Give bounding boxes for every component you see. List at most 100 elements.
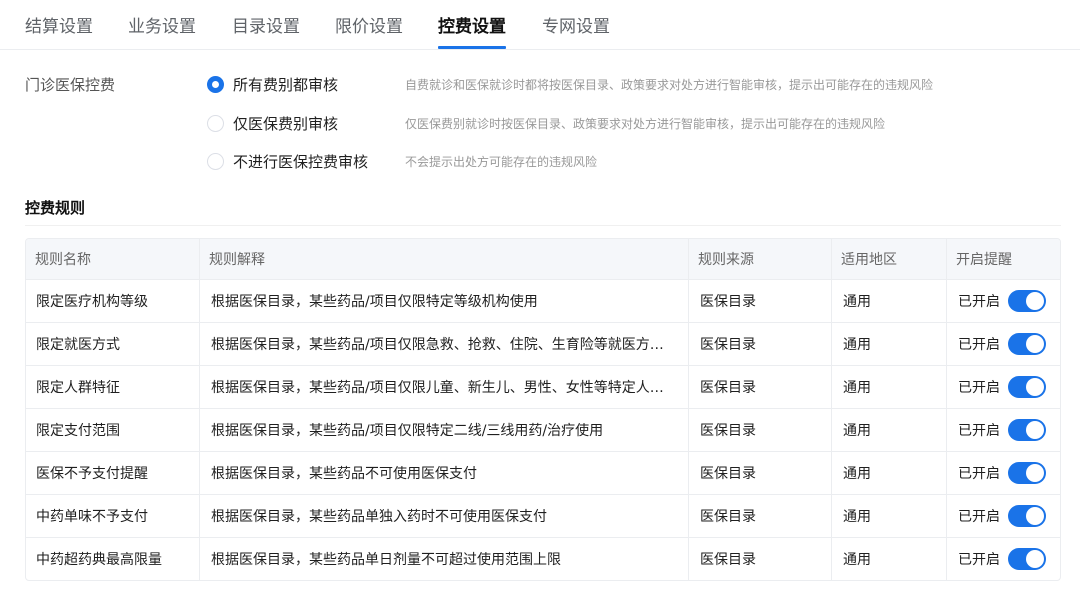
rule-name: 限定就医方式	[36, 337, 120, 353]
reminder-toggle-group: 已开启	[958, 505, 1046, 527]
reminder-cell: 已开启	[946, 538, 1060, 580]
divider	[25, 225, 1061, 226]
option-all-fee-types[interactable]: 所有费别都审核 自费就诊和医保就诊时都将按医保目录、政策要求对处方进行智能审核，…	[207, 73, 1067, 95]
reminder-switch[interactable]	[1008, 462, 1046, 484]
table-row: 限定人群特征 根据医保目录，某些药品/项目仅限儿童、新生儿、男性、女性等特定人群使…	[26, 365, 1060, 408]
radio-unchecked-icon[interactable]	[207, 115, 224, 132]
rule-desc-cell: 根据医保目录，某些药品单独入药时不可使用医保支付	[199, 495, 688, 537]
option-insurance-only[interactable]: 仅医保费别审核 仅医保费别就诊时按医保目录、政策要求对处方进行智能审核，提示出可…	[207, 112, 1067, 134]
rule-description: 根据医保目录，某些药品单日剂量不可超过使用范围上限	[211, 552, 561, 568]
outpatient-control-label: 门诊医保控费	[25, 76, 116, 94]
reminder-status: 已开启	[958, 380, 1000, 396]
rules-table: 规则名称 规则解释 规则来源 适用地区 开启提醒 限定医疗机构等级根据医保目录，…	[25, 238, 1061, 581]
reminder-toggle-group: 已开启	[958, 419, 1046, 441]
switch-knob	[1026, 421, 1044, 439]
rule-description: 根据医保目录，某些药品/项目仅限特定等级机构使用	[211, 294, 538, 310]
rule-source: 医保目录	[688, 366, 831, 408]
reminder-toggle-group: 已开启	[958, 376, 1046, 398]
reminder-switch[interactable]	[1008, 505, 1046, 527]
table-row: 中药单味不予支付 根据医保目录，某些药品单独入药时不可使用医保支付 医保目录 通用 已开…	[26, 494, 1060, 537]
table-row: 限定医疗机构等级 根据医保目录，某些药品/项目仅限特定等级机构使用 医保目录 通用 已开…	[26, 279, 1060, 322]
column-header-source: 规则来源	[688, 239, 831, 279]
rule-name: 医保不予支付提醒	[36, 466, 148, 482]
table-row: 限定支付范围 根据医保目录，某些药品/项目仅限特定二线/三线用药/治疗使用 医保目录…	[26, 408, 1060, 451]
rule-desc-cell: 根据医保目录，某些药品/项目仅限特定二线/三线用药/治疗使用	[199, 409, 688, 451]
option-no-audit[interactable]: 不进行医保控费审核 不会提示出处方可能存在的违规风险	[207, 150, 1067, 172]
reminder-status: 已开启	[958, 509, 1000, 525]
reminder-cell: 已开启	[946, 495, 1060, 537]
rule-region: 通用	[831, 409, 946, 451]
column-header-reminder: 开启提醒	[946, 239, 1060, 279]
table-row: 医保不予支付提醒 根据医保目录，某些药品不可使用医保支付 医保目录 通用 已开启	[26, 451, 1060, 494]
rule-desc-cell: 根据医保目录，某些药品不可使用医保支付	[199, 452, 688, 494]
reminder-cell: 已开启	[946, 452, 1060, 494]
table-row: 限定就医方式 根据医保目录，某些药品/项目仅限急救、抢救、住院、生育险等就医方式使…	[26, 322, 1060, 365]
rule-description: 根据医保目录，某些药品不可使用医保支付	[211, 466, 477, 482]
tab-private-network[interactable]: 专网设置	[542, 12, 610, 37]
column-header-rule-desc: 规则解释	[199, 239, 688, 279]
rule-region: 通用	[831, 452, 946, 494]
switch-knob	[1026, 464, 1044, 482]
rule-source: 医保目录	[688, 280, 831, 322]
reminder-switch[interactable]	[1008, 548, 1046, 570]
rule-source: 医保目录	[688, 452, 831, 494]
radio-checked-icon[interactable]	[207, 76, 224, 93]
table-row: 中药超药典最高限量 根据医保目录，某些药品单日剂量不可超过使用范围上限 医保目录 通用…	[26, 537, 1060, 580]
rule-desc-cell: 根据医保目录，某些药品/项目仅限特定等级机构使用	[199, 280, 688, 322]
rule-source: 医保目录	[688, 323, 831, 365]
tab-price-limit[interactable]: 限价设置	[335, 12, 403, 37]
table-header: 规则名称 规则解释 规则来源 适用地区 开启提醒	[26, 239, 1060, 279]
reminder-status: 已开启	[958, 337, 1000, 353]
rule-region: 通用	[831, 366, 946, 408]
option-description: 不会提示出处方可能存在的违规风险	[405, 155, 598, 169]
column-header-region: 适用地区	[831, 239, 946, 279]
reminder-switch[interactable]	[1008, 290, 1046, 312]
switch-knob	[1026, 378, 1044, 396]
reminder-switch[interactable]	[1008, 376, 1046, 398]
rule-name: 限定支付范围	[36, 423, 120, 439]
radio-unchecked-icon[interactable]	[207, 153, 224, 170]
rule-source: 医保目录	[688, 495, 831, 537]
switch-knob	[1026, 292, 1044, 310]
rule-desc-cell: 根据医保目录，某些药品/项目仅限儿童、新生儿、男性、女性等特定人群使用	[199, 366, 688, 408]
reminder-status: 已开启	[958, 423, 1000, 439]
switch-knob	[1026, 507, 1044, 525]
reminder-status: 已开启	[958, 294, 1000, 310]
settings-tabs: 结算设置 业务设置 目录设置 限价设置 控费设置 专网设置	[0, 0, 1080, 50]
reminder-switch[interactable]	[1008, 333, 1046, 355]
option-label: 仅医保费别审核	[233, 115, 339, 133]
reminder-cell: 已开启	[946, 366, 1060, 408]
reminder-toggle-group: 已开启	[958, 548, 1046, 570]
rule-description: 根据医保目录，某些药品/项目仅限儿童、新生儿、男性、女性等特定人群使用	[211, 380, 671, 396]
rule-region: 通用	[831, 538, 946, 580]
reminder-toggle-group: 已开启	[958, 462, 1046, 484]
tab-catalog[interactable]: 目录设置	[232, 12, 300, 37]
rule-desc-cell: 根据医保目录，某些药品/项目仅限急救、抢救、住院、生育险等就医方式使用	[199, 323, 688, 365]
tab-settlement[interactable]: 结算设置	[25, 12, 93, 37]
option-description: 仅医保费别就诊时按医保目录、政策要求对处方进行智能审核，提示出可能存在的违规风险	[405, 117, 886, 131]
rule-region: 通用	[831, 280, 946, 322]
rule-source: 医保目录	[688, 538, 831, 580]
reminder-status: 已开启	[958, 552, 1000, 568]
rules-title: 控费规则	[25, 199, 86, 217]
rule-region: 通用	[831, 323, 946, 365]
reminder-status: 已开启	[958, 466, 1000, 482]
reminder-cell: 已开启	[946, 323, 1060, 365]
reminder-switch[interactable]	[1008, 419, 1046, 441]
option-label: 不进行医保控费审核	[233, 153, 369, 171]
reminder-toggle-group: 已开启	[958, 290, 1046, 312]
tab-business[interactable]: 业务设置	[128, 12, 196, 37]
reminder-cell: 已开启	[946, 280, 1060, 322]
reminder-toggle-group: 已开启	[958, 333, 1046, 355]
rule-name: 中药单味不予支付	[36, 509, 148, 525]
reminder-cell: 已开启	[946, 409, 1060, 451]
rule-desc-cell: 根据医保目录，某些药品单日剂量不可超过使用范围上限	[199, 538, 688, 580]
rule-description: 根据医保目录，某些药品单独入药时不可使用医保支付	[211, 509, 547, 525]
switch-knob	[1026, 550, 1044, 568]
rule-region: 通用	[831, 495, 946, 537]
rule-source: 医保目录	[688, 409, 831, 451]
switch-knob	[1026, 335, 1044, 353]
tab-fee-control[interactable]: 控费设置	[438, 12, 506, 37]
rule-name: 限定医疗机构等级	[36, 294, 148, 310]
option-description: 自费就诊和医保就诊时都将按医保目录、政策要求对处方进行智能审核，提示出可能存在的…	[405, 78, 934, 92]
